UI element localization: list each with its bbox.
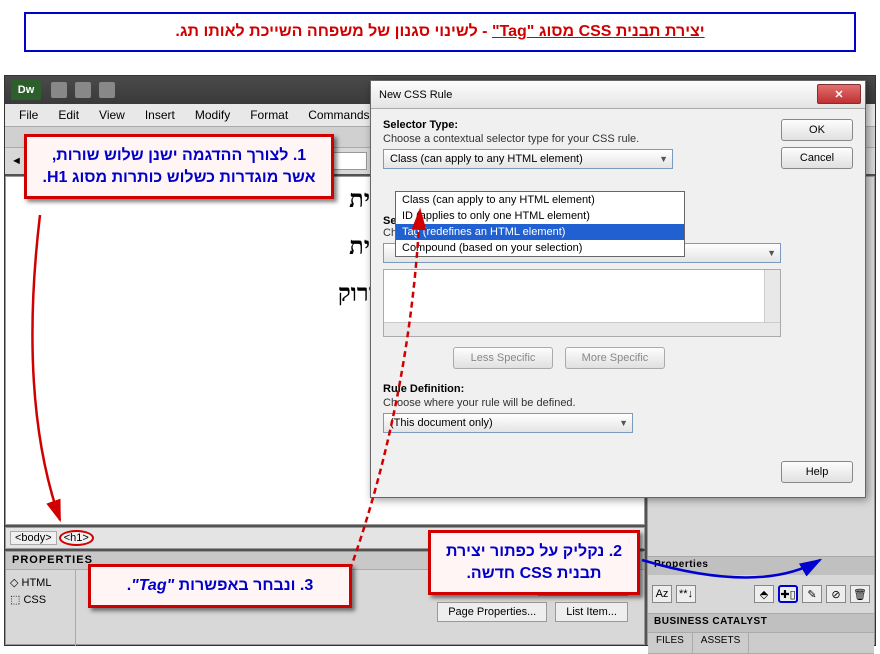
dialog-titlebar[interactable]: New CSS Rule: [371, 81, 865, 109]
new-css-rule-dialog: New CSS Rule Selector Type: Choose a con…: [370, 80, 866, 498]
menu-format[interactable]: Format: [240, 108, 298, 122]
disable-css-icon[interactable]: ⊘: [826, 585, 846, 603]
selector-type-dropdown: Class (can apply to any HTML element) ID…: [395, 191, 685, 257]
callout-1: 1. לצורך ההדגמה ישנן שלוש שורות, אשר מוג…: [24, 134, 334, 199]
site-icon[interactable]: [99, 82, 115, 98]
new-css-rule-icon[interactable]: ✚▯: [778, 585, 798, 603]
close-icon[interactable]: [817, 84, 861, 104]
titlebar-icons: [51, 82, 115, 98]
css-properties-header[interactable]: Properties: [648, 557, 874, 575]
dd-id[interactable]: ID (applies to only one HTML element): [396, 208, 684, 224]
scrollbar-v[interactable]: [764, 270, 780, 322]
layout-icon[interactable]: [51, 82, 67, 98]
menu-insert[interactable]: Insert: [135, 108, 185, 122]
page-properties-button[interactable]: Page Properties...: [437, 602, 547, 622]
ok-button[interactable]: OK: [781, 119, 853, 141]
cancel-button[interactable]: Cancel: [781, 147, 853, 169]
banner-tag: "Tag": [492, 23, 534, 40]
css-properties-section: Properties Az **↓ ⬘ ✚▯ ✎ ⊘ 🗑: [648, 557, 874, 614]
help-button[interactable]: Help: [781, 461, 853, 483]
prop-html-tab[interactable]: ◇ HTML: [10, 574, 71, 591]
attach-stylesheet-icon[interactable]: ⬘: [754, 585, 774, 603]
sort-az-icon[interactable]: Az: [652, 585, 672, 603]
properties-mode: ◇ HTML ⬚ CSS: [6, 570, 76, 646]
list-item-button[interactable]: List Item...: [555, 602, 628, 622]
menu-file[interactable]: File: [9, 108, 48, 122]
selector-type-label: Selector Type:: [383, 119, 781, 131]
dd-class[interactable]: Class (can apply to any HTML element): [396, 192, 684, 208]
files-tab[interactable]: FILES: [648, 633, 693, 653]
selector-description-box: [383, 269, 781, 337]
assets-tab[interactable]: ASSETS: [693, 633, 749, 653]
delete-css-icon[interactable]: 🗑: [850, 585, 870, 603]
menu-view[interactable]: View: [89, 108, 135, 122]
nav-back-icon[interactable]: ◄: [11, 155, 22, 167]
rule-definition-label: Rule Definition:: [383, 383, 781, 395]
scrollbar-h[interactable]: [384, 322, 780, 336]
instruction-banner: יצירת תבנית CSS מסוג "Tag" - לשינוי סגנו…: [24, 12, 856, 52]
css-properties-toolbar: Az **↓ ⬘ ✚▯ ✎ ⊘ 🗑: [648, 575, 874, 613]
crumb-h1[interactable]: <h1>: [59, 530, 94, 546]
menu-edit[interactable]: Edit: [48, 108, 89, 122]
business-catalyst-panel: BUSINESS CATALYST: [648, 614, 874, 633]
extend-icon[interactable]: [75, 82, 91, 98]
crumb-body[interactable]: <body>: [10, 531, 57, 545]
rule-definition-sub: Choose where your rule will be defined.: [383, 397, 781, 409]
menu-modify[interactable]: Modify: [185, 108, 240, 122]
selector-type-combo[interactable]: Class (can apply to any HTML element): [383, 149, 673, 169]
edit-rule-icon[interactable]: ✎: [802, 585, 822, 603]
dialog-title: New CSS Rule: [379, 89, 452, 101]
prop-css-tab[interactable]: ⬚ CSS: [10, 591, 71, 608]
sort-cat-icon[interactable]: **↓: [676, 585, 696, 603]
dd-compound[interactable]: Compound (based on your selection): [396, 240, 684, 256]
rule-definition-combo[interactable]: (This document only): [383, 413, 633, 433]
banner-prefix: יצירת תבנית CSS מסוג: [534, 23, 704, 40]
callout-3: 3. ונבחר באפשרות "Tag".: [88, 564, 352, 608]
banner-suffix: - לשינוי סגנון של משפחה השייכת לאותו תג.: [175, 23, 492, 40]
more-specific-button[interactable]: More Specific: [565, 347, 665, 369]
dd-tag[interactable]: Tag (redefines an HTML element): [396, 224, 684, 240]
files-panel: FILES ASSETS: [648, 633, 874, 654]
menu-commands[interactable]: Commands: [298, 108, 379, 122]
selector-type-sub: Choose a contextual selector type for yo…: [383, 133, 781, 145]
business-catalyst-header[interactable]: BUSINESS CATALYST: [648, 614, 874, 632]
dw-logo: Dw: [11, 80, 41, 100]
less-specific-button[interactable]: Less Specific: [453, 347, 553, 369]
callout-2: 2. נקליק על כפתור יצירת תבנית CSS חדשה.: [428, 530, 640, 595]
